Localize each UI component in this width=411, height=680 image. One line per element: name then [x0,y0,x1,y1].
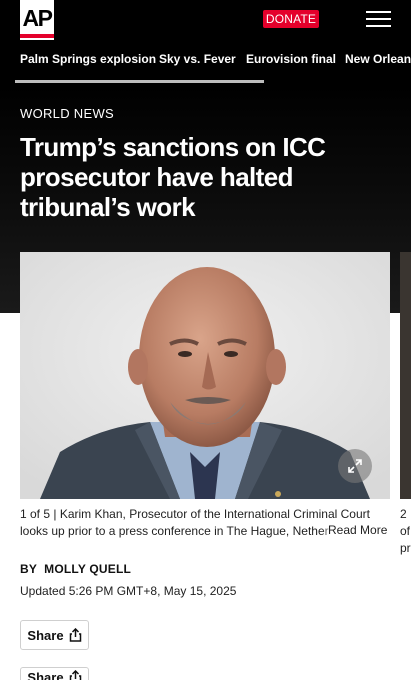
photo-portrait-image [20,252,390,499]
nav-scroll-indicator [15,80,264,83]
next-caption-line2: pr [400,541,411,555]
updated-timestamp: Updated 5:26 PM GMT+8, May 15, 2025 [20,584,237,598]
article-headline: Trump’s sanctions on ICC prosecutor have… [20,132,326,222]
caption-text: Karim Khan, Prosecutor of the Internatio… [20,507,370,538]
next-caption-line1: 2 of [400,507,411,538]
ap-logo[interactable]: AP [20,0,54,40]
logo-red-bar [20,34,54,38]
byline-prefix: BY [20,562,38,576]
article-photo[interactable] [20,252,390,499]
hamburger-menu-icon[interactable] [366,11,391,27]
nav-item-new-orleans[interactable]: New Orleans [345,52,411,66]
expand-icon[interactable] [338,449,372,483]
nav-item-sky-fever[interactable]: Sky vs. Fever [159,52,236,66]
top-bar: AP DONATE [0,0,411,40]
share-button[interactable]: Share [20,620,89,650]
section-label[interactable]: WORLD NEWS [20,106,114,121]
author-link[interactable]: MOLLY QUELL [44,562,131,576]
donate-button[interactable]: DONATE [263,10,319,28]
byline: BY MOLLY QUELL [20,562,131,576]
sticky-share-button[interactable]: Share [20,667,89,680]
nav-item-eurovision[interactable]: Eurovision final [246,52,336,66]
share-icon [69,628,81,642]
trending-nav: Palm Springs explosion Sky vs. Fever Eur… [0,50,411,72]
read-more-link[interactable]: Read More [322,523,388,537]
share-icon [69,670,81,680]
logo-text: AP [22,5,53,31]
next-photo-peek[interactable] [400,252,411,499]
photo-counter: 1 of 5 [20,507,51,521]
nav-item-palm-springs[interactable]: Palm Springs explosion [20,52,156,66]
sticky-share-label: Share [27,670,64,680]
next-photo-caption: 2 of pr [400,506,411,557]
share-label: Share [27,627,64,643]
